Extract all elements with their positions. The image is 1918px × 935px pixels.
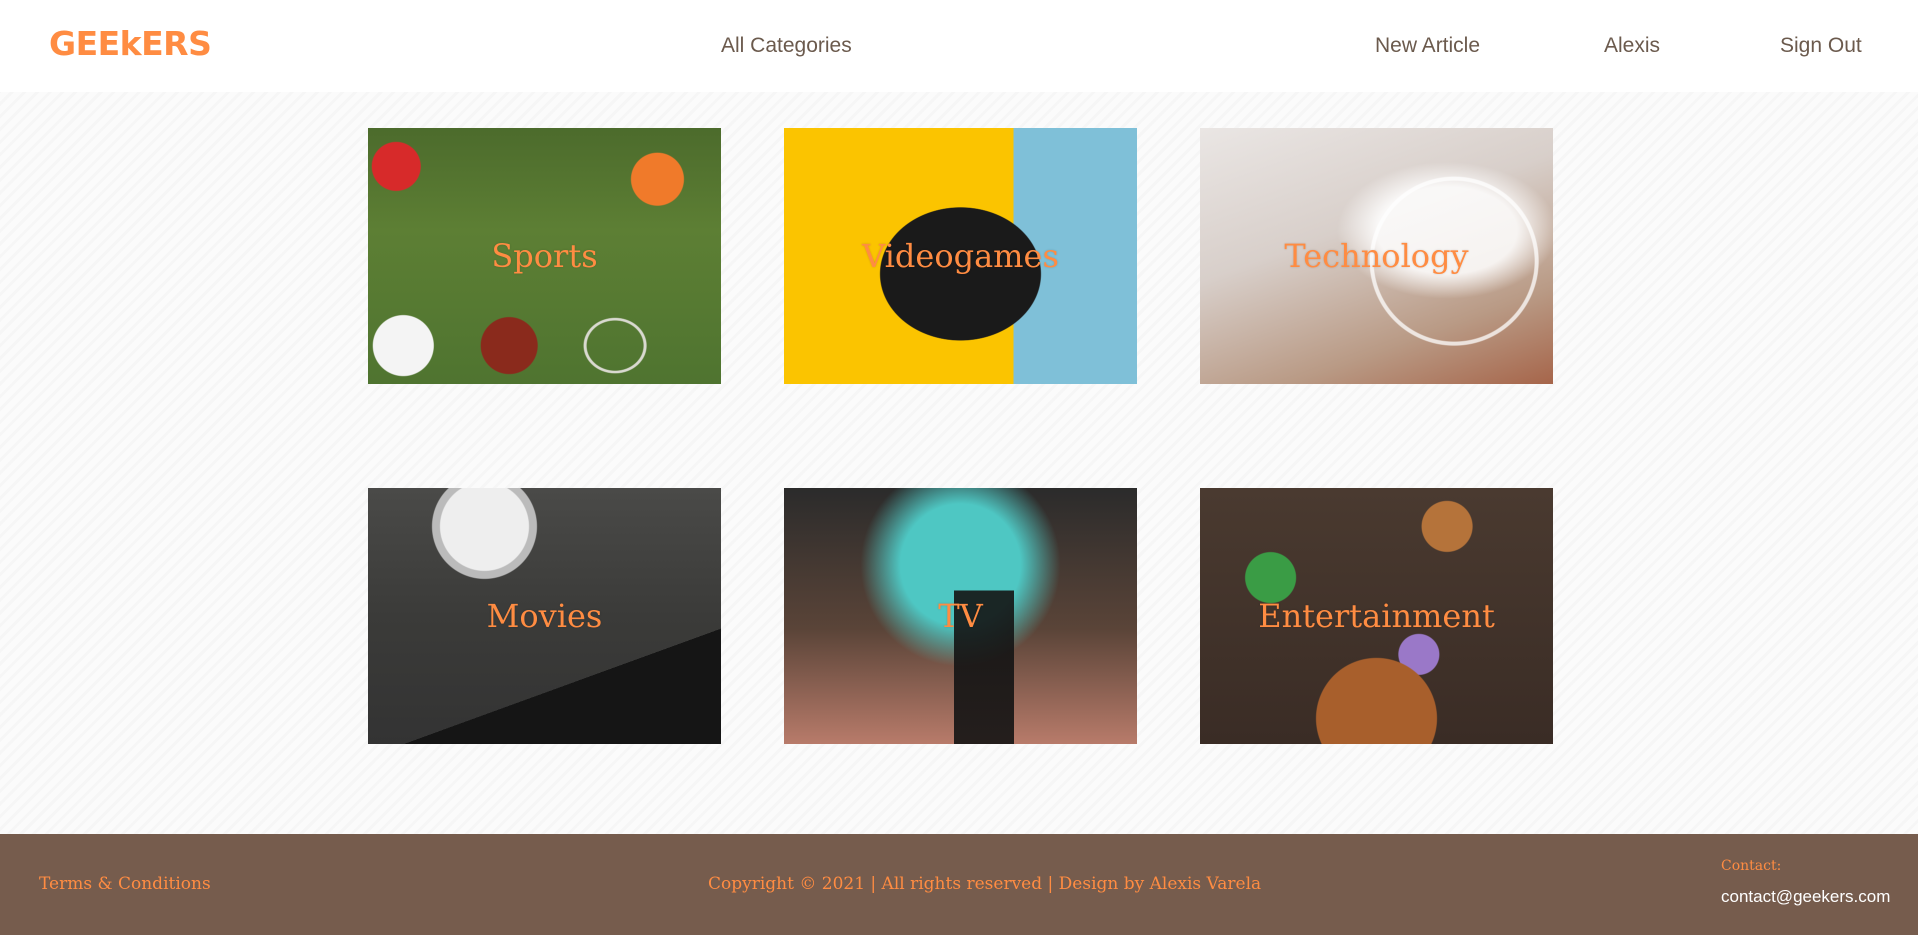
category-label: Videogames: [862, 237, 1059, 275]
category-label: Entertainment: [1258, 597, 1495, 635]
category-card-sports[interactable]: Sports: [368, 128, 721, 384]
copyright-text: Copyright © 2021 | All rights reserved |…: [708, 874, 1262, 894]
nav-user-profile[interactable]: Alexis: [1604, 34, 1660, 58]
category-label: Sports: [491, 237, 598, 275]
category-label: Movies: [486, 597, 603, 635]
category-label: Technology: [1284, 237, 1469, 275]
site-logo[interactable]: GEEkERS: [49, 24, 212, 63]
nav-new-article[interactable]: New Article: [1375, 34, 1480, 58]
nav-all-categories[interactable]: All Categories: [721, 34, 852, 58]
contact-label: Contact:: [1721, 858, 1782, 874]
category-card-tv[interactable]: TV: [784, 488, 1137, 744]
contact-email-link[interactable]: contact@geekers.com: [1721, 887, 1890, 907]
category-card-videogames[interactable]: Videogames: [784, 128, 1137, 384]
category-card-technology[interactable]: Technology: [1200, 128, 1553, 384]
footer: Terms & Conditions Copyright © 2021 | Al…: [0, 834, 1918, 935]
category-label: TV: [938, 597, 983, 635]
nav-sign-out[interactable]: Sign Out: [1780, 34, 1862, 58]
terms-link[interactable]: Terms & Conditions: [39, 874, 211, 894]
navbar: GEEkERS All Categories New Article Alexi…: [0, 0, 1918, 92]
category-card-entertainment[interactable]: Entertainment: [1200, 488, 1553, 744]
category-card-movies[interactable]: Movies: [368, 488, 721, 744]
